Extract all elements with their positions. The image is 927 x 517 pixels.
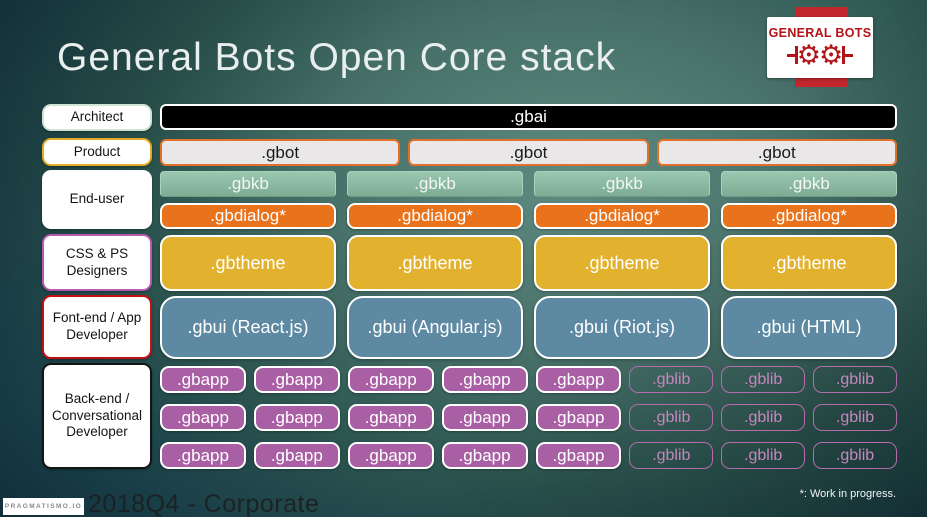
gear-icon: ⚙ bbox=[819, 40, 844, 70]
gbdialog-box: .gbdialog* bbox=[721, 203, 897, 229]
role-label-end-user: End-user bbox=[42, 170, 152, 229]
gblib-box: .gblib bbox=[813, 442, 897, 469]
gbapp-box: .gbapp bbox=[160, 366, 246, 393]
gear-icon: ⚙ bbox=[796, 40, 821, 70]
gblib-box: .gblib bbox=[813, 366, 897, 393]
gear-frame-right-icon bbox=[842, 42, 854, 68]
gbapp-box: .gbapp bbox=[535, 366, 622, 393]
gbapp-box: .gbapp bbox=[347, 404, 434, 431]
row-gbot: .gbot .gbot .gbot bbox=[160, 139, 897, 166]
gbkb-box: .gbkb bbox=[721, 171, 897, 197]
row-gbapp-gblib-3: .gbapp .gbapp .gbapp .gbapp .gbapp .gbli… bbox=[160, 442, 897, 469]
gbapp-box: .gbapp bbox=[160, 442, 246, 469]
row-gbui: .gbui (React.js) .gbui (Angular.js) .gbu… bbox=[160, 296, 897, 359]
gear-frame-left-icon bbox=[786, 42, 798, 68]
gbui-html-box: .gbui (HTML) bbox=[721, 296, 897, 359]
row-gbtheme: .gbtheme .gbtheme .gbtheme .gbtheme bbox=[160, 235, 897, 291]
gbkb-box: .gbkb bbox=[160, 171, 336, 197]
gears-icon: ⚙ ⚙ bbox=[786, 40, 854, 70]
gbot-box: .gbot bbox=[408, 139, 649, 166]
gblib-box: .gblib bbox=[629, 404, 714, 431]
role-label-css-ps-designers: CSS & PS Designers bbox=[42, 234, 152, 291]
gbdialog-box: .gbdialog* bbox=[534, 203, 710, 229]
gblib-box: .gblib bbox=[629, 442, 714, 469]
footer-caption: 2018Q4 - Corporate bbox=[88, 490, 320, 517]
gblib-box: .gblib bbox=[813, 404, 897, 431]
gblib-box: .gblib bbox=[721, 442, 806, 469]
gbot-box: .gbot bbox=[160, 139, 401, 166]
work-in-progress-note: *: Work in progress. bbox=[799, 488, 896, 500]
gblib-box: .gblib bbox=[721, 366, 806, 393]
gbtheme-box: .gbtheme bbox=[347, 235, 523, 291]
gbui-angular-box: .gbui (Angular.js) bbox=[347, 296, 523, 359]
gbui-riot-box: .gbui (Riot.js) bbox=[534, 296, 710, 359]
gbtheme-box: .gbtheme bbox=[534, 235, 710, 291]
logo-brand-text: GENERAL BOTS bbox=[768, 26, 872, 40]
role-label-architect: Architect bbox=[42, 104, 152, 131]
gbtheme-box: .gbtheme bbox=[721, 235, 897, 291]
gbapp-box: .gbapp bbox=[441, 366, 528, 393]
gblib-box: .gblib bbox=[629, 366, 714, 393]
gbapp-box: .gbapp bbox=[160, 404, 246, 431]
gbapp-box: .gbapp bbox=[347, 366, 434, 393]
gbtheme-box: .gbtheme bbox=[160, 235, 336, 291]
page-title: General Bots Open Core stack bbox=[57, 36, 617, 79]
gbapp-box: .gbapp bbox=[253, 404, 340, 431]
role-label-backend-conversational-developer: Back-end / Conversational Developer bbox=[42, 363, 152, 469]
gbapp-box: .gbapp bbox=[441, 404, 528, 431]
gbdialog-box: .gbdialog* bbox=[347, 203, 523, 229]
role-label-frontend-app-developer: Font-end / App Developer bbox=[42, 295, 152, 359]
gbai-box: .gbai bbox=[160, 104, 897, 130]
row-gbapp-gblib-2: .gbapp .gbapp .gbapp .gbapp .gbapp .gbli… bbox=[160, 404, 897, 431]
pragmatismo-logo: PRAGMATISMO.IO bbox=[3, 498, 84, 515]
gbapp-box: .gbapp bbox=[535, 442, 622, 469]
general-bots-logo: GENERAL BOTS ⚙ ⚙ bbox=[767, 17, 873, 78]
row-gbdialog: .gbdialog* .gbdialog* .gbdialog* .gbdial… bbox=[160, 203, 897, 229]
gbkb-box: .gbkb bbox=[534, 171, 710, 197]
gbdialog-box: .gbdialog* bbox=[160, 203, 336, 229]
role-label-product: Product bbox=[42, 138, 152, 166]
row-gbai: .gbai bbox=[160, 104, 897, 130]
gbot-box: .gbot bbox=[656, 139, 897, 166]
gbkb-box: .gbkb bbox=[347, 171, 523, 197]
gbapp-box: .gbapp bbox=[253, 442, 340, 469]
gbui-react-box: .gbui (React.js) bbox=[160, 296, 336, 359]
slide-general-bots-open-core-stack: General Bots Open Core stack GENERAL BOT… bbox=[0, 0, 927, 517]
gbapp-box: .gbapp bbox=[253, 366, 340, 393]
gbapp-box: .gbapp bbox=[535, 404, 622, 431]
gbapp-box: .gbapp bbox=[347, 442, 434, 469]
row-gbkb: .gbkb .gbkb .gbkb .gbkb bbox=[160, 171, 897, 197]
gblib-box: .gblib bbox=[721, 404, 806, 431]
row-gbapp-gblib-1: .gbapp .gbapp .gbapp .gbapp .gbapp .gbli… bbox=[160, 366, 897, 393]
gbapp-box: .gbapp bbox=[441, 442, 528, 469]
